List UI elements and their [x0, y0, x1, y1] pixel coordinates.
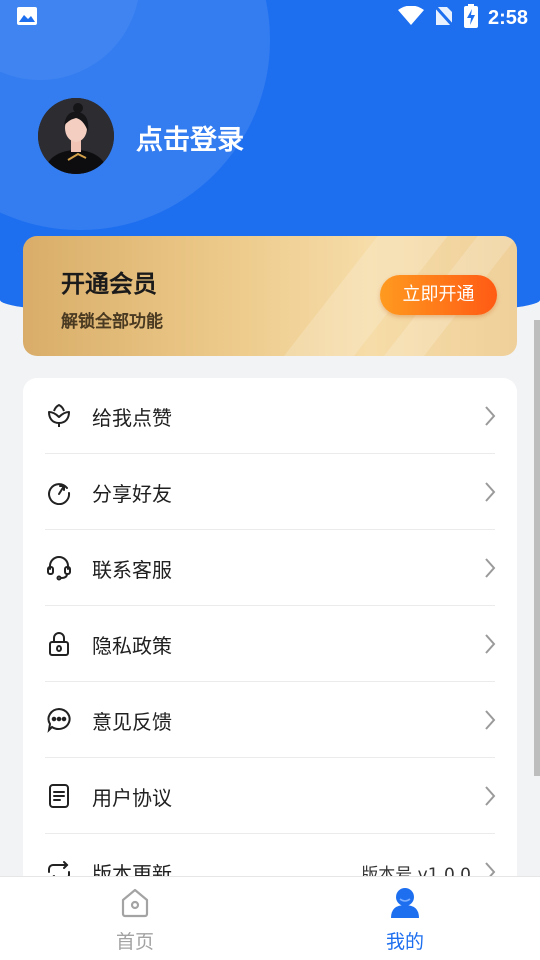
- image-icon: [16, 6, 38, 30]
- status-bar: 2:58: [0, 0, 540, 36]
- battery-charging-icon: [463, 4, 478, 32]
- vip-subtitle: 解锁全部功能: [61, 312, 163, 332]
- scrollbar[interactable]: [534, 320, 540, 776]
- nav-tab-home[interactable]: 首页: [0, 877, 270, 960]
- headset-icon: [46, 555, 72, 581]
- status-time: 2:58: [487, 6, 528, 29]
- nav-tab-mine[interactable]: 我的: [270, 877, 540, 960]
- flower-icon: [46, 403, 72, 429]
- menu-item-user-agreement[interactable]: 用户协议: [23, 758, 517, 834]
- home-icon: [120, 887, 150, 923]
- user-icon: [390, 887, 420, 923]
- menu-item-label: 用户协议: [92, 785, 172, 810]
- menu-item-like[interactable]: 给我点赞: [23, 378, 517, 454]
- menu-item-label: 意见反馈: [92, 709, 172, 734]
- bottom-nav: 首页 我的: [0, 876, 540, 960]
- menu-item-feedback[interactable]: 意见反馈: [23, 682, 517, 758]
- lock-icon: [46, 631, 72, 657]
- chevron-right-icon: [483, 709, 497, 731]
- login-prompt[interactable]: 点击登录: [136, 118, 244, 157]
- menu-item-privacy[interactable]: 隐私政策: [23, 606, 517, 682]
- chevron-right-icon: [483, 633, 497, 655]
- vip-card[interactable]: 开通会员 解锁全部功能 立即开通: [23, 236, 517, 356]
- menu-item-label: 给我点赞: [92, 405, 172, 430]
- share-refresh-icon: [46, 479, 72, 505]
- avatar[interactable]: [38, 98, 114, 174]
- vip-open-button[interactable]: 立即开通: [380, 275, 497, 315]
- nav-tab-mine-label: 我的: [385, 931, 424, 953]
- nav-tab-home-label: 首页: [115, 931, 154, 953]
- chevron-right-icon: [483, 785, 497, 807]
- menu-item-label: 隐私政策: [92, 633, 172, 658]
- menu-item-label: 联系客服: [92, 557, 172, 582]
- chevron-right-icon: [483, 557, 497, 579]
- no-sim-icon: [433, 4, 455, 31]
- menu-item-label: 分享好友: [92, 481, 172, 506]
- wifi-icon: [397, 5, 424, 30]
- chevron-right-icon: [483, 405, 497, 427]
- settings-menu: 给我点赞 分享好友 联系客服 隐私政策 意见反馈 用户协议 版本更新 版本号 v…: [23, 378, 517, 898]
- vip-title: 开通会员: [61, 270, 157, 298]
- document-icon: [46, 783, 72, 809]
- chat-bubble-icon: [46, 707, 72, 733]
- chevron-right-icon: [483, 481, 497, 503]
- menu-item-share[interactable]: 分享好友: [23, 454, 517, 530]
- menu-item-customer-service[interactable]: 联系客服: [23, 530, 517, 606]
